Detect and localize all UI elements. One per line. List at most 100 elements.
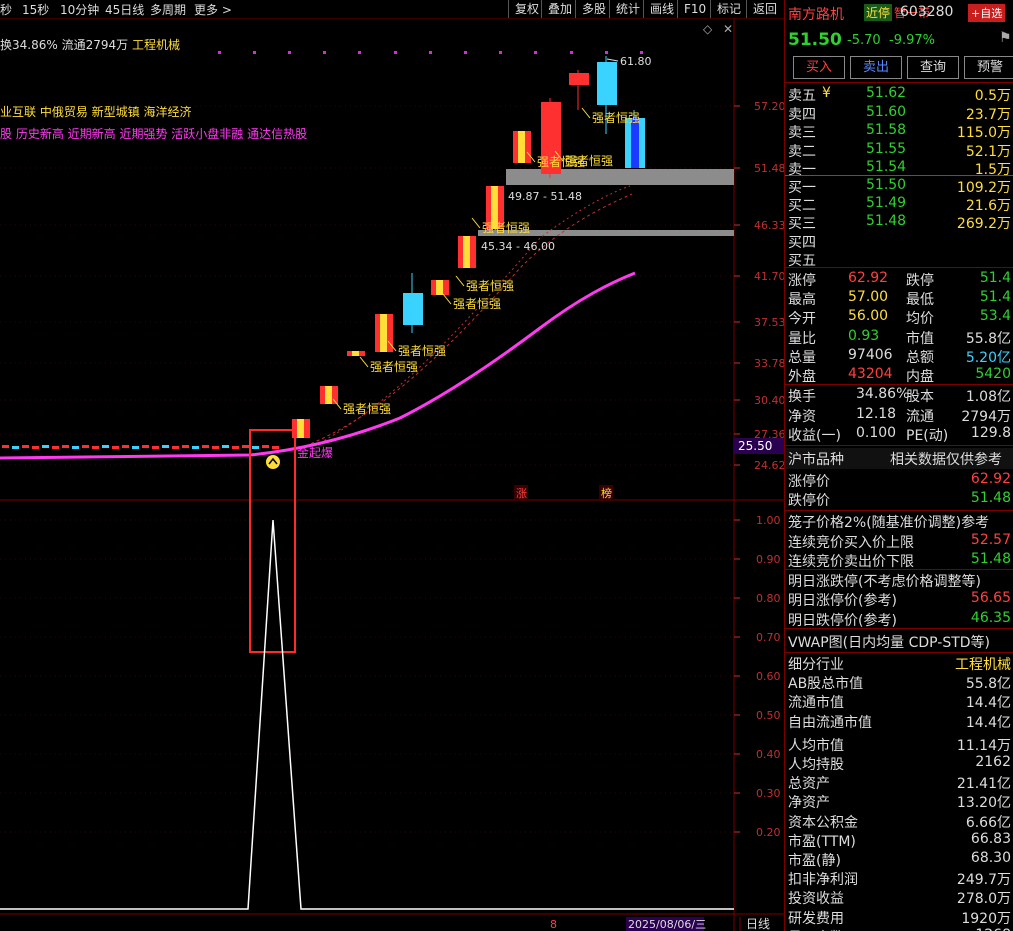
more-menu[interactable]: 更多 >: [194, 1, 232, 18]
fundamental-row: 市盈(TTM) 66.83: [788, 831, 1013, 850]
cage-row: 连续竞价买入价上限 52.57: [788, 532, 1013, 551]
indicator-axis: 1.00 0.90 0.80 0.70 0.60 0.50 0.40 0.30 0.20: [734, 514, 781, 839]
level-volume: 115.0万: [956, 125, 1011, 141]
level-volume: 109.2万: [956, 180, 1011, 196]
period-15s[interactable]: 15秒: [22, 1, 49, 18]
fundamental-row: 人均持股 2162: [788, 754, 1013, 773]
candle: [242, 445, 249, 448]
back-button[interactable]: 返回: [746, 0, 783, 18]
stat-label: 均价: [906, 311, 934, 328]
bell-icon[interactable]: ⚑: [999, 30, 1012, 46]
limit-row: 跌停价 51.48: [788, 490, 1013, 509]
row-label: AB股总市值: [788, 676, 864, 693]
strong-label: 强者恒强: [466, 279, 514, 293]
draw-line-button[interactable]: 画线: [643, 0, 680, 18]
stat-value: 2794万: [961, 408, 1011, 425]
tomorrow-row: 明日涨停价(参考) 56.65: [788, 590, 1013, 609]
row-value: 1268: [975, 927, 1011, 931]
start-signal-icon: [266, 455, 280, 469]
high-price-label: 61.80: [620, 55, 652, 68]
stat-row: 涨停 62.92 跌停 51.4: [788, 270, 1013, 289]
stat-row: 外盘 43204 内盘 5420: [788, 366, 1013, 385]
candle: [403, 293, 423, 325]
period-45day[interactable]: 45日线: [105, 1, 144, 18]
status-badge: 近停: [864, 4, 893, 21]
level-label: 买四: [788, 234, 816, 251]
fundamental-row: AB股总市值 55.8亿: [788, 673, 1013, 692]
price-tick: 51.48: [754, 162, 784, 175]
last-price: 51.50: [788, 30, 842, 50]
candle: [202, 445, 209, 448]
query-button[interactable]: 查询: [907, 56, 959, 79]
alert-button[interactable]: 预警: [964, 56, 1013, 79]
sell-button[interactable]: 卖出: [850, 56, 902, 79]
row-label: 跌停价: [788, 493, 830, 509]
level-label: 卖五: [788, 88, 816, 104]
row-label: 研发费用: [788, 910, 844, 927]
row-value: 66.83: [970, 830, 1011, 847]
buy-button[interactable]: 买入: [793, 56, 845, 79]
price-tick: 24.62: [754, 459, 784, 472]
level-label: 买三: [788, 216, 816, 233]
row-value: 6.66亿: [965, 814, 1011, 831]
multi-period[interactable]: 多周期: [150, 1, 186, 18]
row-label: 涨停价: [788, 474, 830, 490]
sell-level-row: 卖五 ¥51.62 0.5万: [788, 85, 1013, 104]
vwap-row[interactable]: VWAP图(日内均量 CDP-STD等): [788, 632, 1013, 651]
level-price: 51.62: [866, 85, 907, 101]
level-label: 卖三: [788, 125, 816, 141]
candle: [162, 445, 169, 448]
fundamental-row: 细分行业 工程机械: [788, 654, 1013, 673]
candle: [2, 445, 9, 448]
level-label: 卖一: [788, 162, 816, 178]
price-tick: 33.78: [754, 357, 784, 370]
indicator-tick: 0.60: [756, 670, 781, 683]
f10-button[interactable]: F10: [677, 0, 712, 18]
price-change: -5.70: [847, 33, 881, 48]
stat-value: 12.18: [856, 405, 897, 422]
kline-chart[interactable]: 强者恒强强者恒强强者恒强强者恒强强者恒强强者恒强强者恒强强者恒强强者恒强 49.…: [0, 18, 784, 931]
stat-row: 最高 57.00 最低 51.4: [788, 289, 1013, 308]
indicator-tick: 0.80: [756, 592, 781, 605]
flat-candles: [2, 445, 279, 449]
strong-labels: 强者恒强强者恒强强者恒强强者恒强强者恒强强者恒强强者恒强强者恒强强者恒强: [332, 107, 640, 416]
candle-inner: [380, 314, 387, 352]
tomorrow-row: 明日涨跌停(不考虑价格调整等): [788, 571, 1013, 590]
overlay-button[interactable]: 叠加: [541, 0, 578, 18]
row-label: 人均持股: [788, 757, 844, 773]
row-label: 市盈(静): [788, 853, 841, 869]
cage-row: 笼子价格2%(随基准价调整)参考: [788, 512, 1013, 531]
period-label: 日线: [746, 917, 770, 931]
mark-button[interactable]: 标记: [710, 0, 747, 18]
candle: [152, 446, 159, 449]
row-value: 56.65: [970, 590, 1011, 607]
period-second[interactable]: 秒: [0, 1, 12, 18]
stat-label: 外盘: [788, 369, 816, 385]
fuquan-button[interactable]: 复权: [508, 0, 545, 18]
row-value: 68.30: [970, 850, 1011, 866]
stat-value: 34.86%: [856, 386, 910, 402]
start-label: 金起爆: [297, 445, 333, 460]
diamond-icon[interactable]: ◇: [703, 22, 712, 36]
candle: [32, 446, 39, 449]
candle: [52, 446, 59, 449]
label-pointer: [581, 107, 591, 119]
candle: [252, 446, 259, 449]
close-icon[interactable]: ✕: [723, 22, 733, 36]
fundamental-row: 流通市值 14.4亿: [788, 692, 1013, 711]
stat-value: 97406: [848, 346, 893, 363]
level-volume: 21.6万: [965, 198, 1011, 215]
add-watchlist-button[interactable]: +自选: [968, 4, 1006, 22]
statistics-button[interactable]: 统计: [609, 0, 646, 18]
candle: [102, 445, 109, 448]
candle-inner: [352, 351, 359, 356]
row-value: 14.4亿: [965, 695, 1011, 712]
multi-stock-button[interactable]: 多股: [575, 0, 612, 18]
period-10min[interactable]: 10分钟: [60, 1, 99, 18]
level-price: 51.54: [866, 159, 907, 175]
row-value: 13.20亿: [956, 795, 1011, 812]
candle: [62, 445, 69, 448]
row-label: 资本公积金: [788, 814, 858, 831]
price-tick: 41.70: [754, 270, 784, 283]
buy-level-row: 买二 51.49 21.6万: [788, 195, 1013, 214]
